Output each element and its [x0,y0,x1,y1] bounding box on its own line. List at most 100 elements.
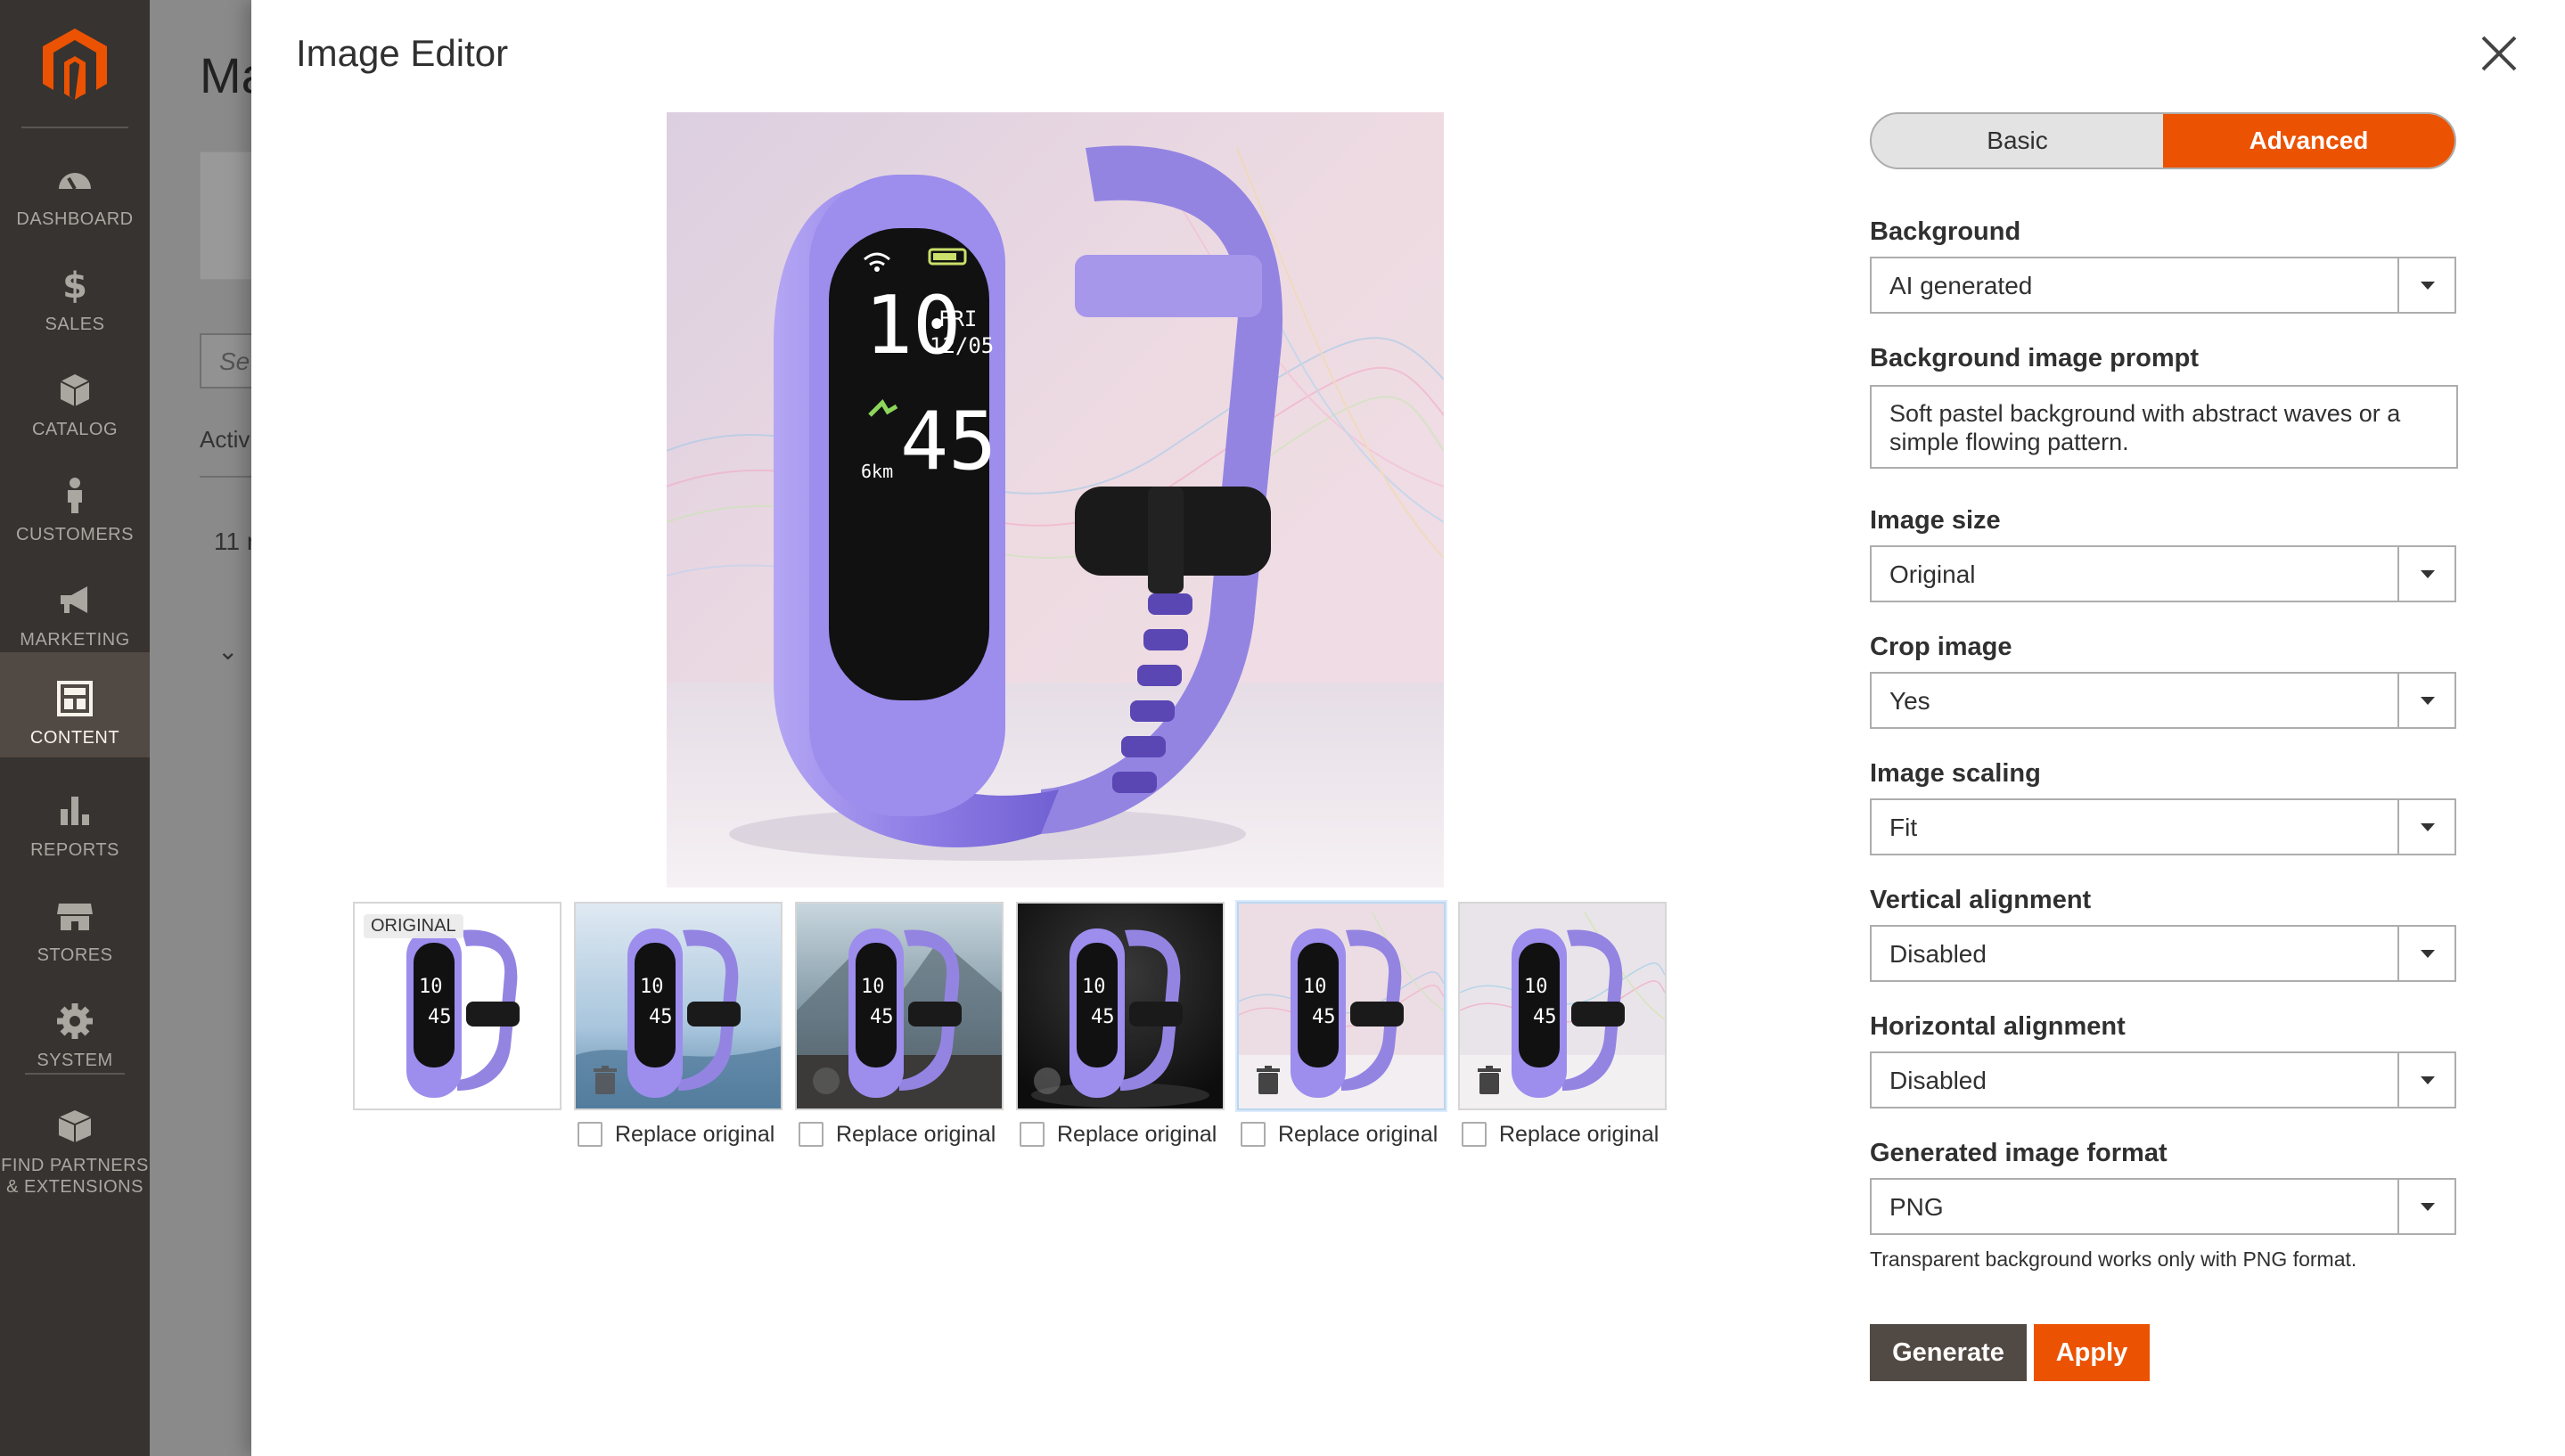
sidebar-item-content[interactable]: CONTENT [0,652,150,757]
image-format-label: Generated image format [1870,1139,2168,1167]
replace-original-option-5[interactable]: Replace original [1462,1119,1659,1149]
horizontal-alignment-select-value: Disabled [1889,1067,1987,1094]
crop-image-label: Crop image [1870,633,2012,661]
close-button[interactable] [2476,30,2522,77]
replace-original-label: Replace original [1057,1121,1217,1147]
sidebar-item-label-line2: & EXTENSIONS [6,1177,143,1197]
replace-original-checkbox[interactable] [1241,1122,1266,1147]
image-format-select-value: PNG [1889,1193,1944,1221]
image-scaling-select[interactable]: Fit [1870,798,2456,855]
svg-text:$: $ [62,266,87,307]
sidebar-item-system[interactable]: SYSTEM [0,975,150,1080]
svg-text:10: 10 [861,976,885,998]
sidebar-item-marketing[interactable]: MARKETING [0,554,150,659]
sidebar-item-label: FIND PARTNERS [1,1156,149,1175]
svg-text:45: 45 [1533,1006,1557,1028]
dashboard-icon [59,173,91,190]
sidebar-item-label: SALES [45,315,105,334]
horizontal-alignment-select[interactable]: Disabled [1870,1051,2456,1108]
svg-text:10: 10 [419,976,443,998]
replace-original-checkbox[interactable] [799,1122,824,1147]
background-select[interactable]: AI generated [1870,257,2456,314]
modal-title: Image Editor [296,32,509,74]
svg-text:10: 10 [1524,976,1548,998]
image-format-select[interactable]: PNG [1870,1178,2456,1235]
bar-chart-icon [61,797,89,825]
trash-icon[interactable] [813,1066,840,1096]
admin-sidebar: DASHBOARD $ SALES CATALOG CUSTOMERS MARK… [0,0,150,1456]
trash-icon[interactable] [1255,1066,1282,1096]
svg-text:45: 45 [649,1006,673,1028]
watch-distance-text: 6km [861,461,893,482]
thumbnail-variant-1[interactable]: 10 45 [574,902,783,1110]
format-note: Transparent background works only with P… [1870,1247,2357,1271]
partners-icon [58,1110,92,1142]
replace-original-option-2[interactable]: Replace original [799,1119,996,1149]
magento-logo-icon [43,29,107,100]
product-image: 10 FRI 12/05 45 6km [667,112,1444,888]
advanced-mode-option[interactable]: Advanced [2163,114,2454,168]
sidebar-item-label: CATALOG [31,420,119,439]
chevron-down-icon [2397,927,2454,980]
sidebar-item-reports[interactable]: REPORTS [0,765,150,870]
replace-original-label: Replace original [1499,1121,1659,1147]
sidebar-item-partners[interactable]: FIND PARTNERS & EXTENSIONS [0,1080,150,1197]
close-icon [2481,36,2517,71]
main-preview-image: 10 FRI 12/05 45 6km [667,112,1444,888]
sidebar-divider [25,1073,125,1075]
replace-original-label: Replace original [615,1121,775,1147]
background-active-filters: Activ [200,426,250,453]
sidebar-item-label: CONTENT [29,728,120,748]
replace-original-label: Replace original [1278,1121,1438,1147]
thumbnail-variant-5[interactable]: 10 45 [1458,902,1667,1110]
sidebar-item-stores[interactable]: STORES [0,870,150,975]
chevron-down-icon [2397,800,2454,854]
sidebar-item-sales[interactable]: $ SALES [0,239,150,344]
replace-original-option-3[interactable]: Replace original [1020,1119,1217,1149]
crop-image-select[interactable]: Yes [1870,672,2456,729]
background-label: Background [1870,217,2021,246]
sidebar-item-label: REPORTS [30,840,119,860]
thumbnail-variant-3[interactable]: 10 45 [1016,902,1225,1110]
sidebar-item-customers[interactable]: CUSTOMERS [0,449,150,554]
watch-day-text: FRI [938,307,977,331]
background-prompt-textarea[interactable]: Soft pastel background with abstract wav… [1870,385,2458,469]
replace-original-checkbox[interactable] [578,1122,602,1147]
mode-toggle[interactable]: Basic Advanced [1870,112,2456,169]
thumbnail-original[interactable]: ORIGINAL 10 45 [353,902,561,1110]
image-size-select[interactable]: Original [1870,545,2456,602]
replace-original-option-4[interactable]: Replace original [1241,1119,1438,1149]
trash-icon[interactable] [592,1066,619,1096]
person-icon [68,478,82,513]
replace-original-checkbox[interactable] [1462,1122,1487,1147]
trash-icon[interactable] [1476,1066,1503,1096]
vertical-alignment-select[interactable]: Disabled [1870,925,2456,982]
vertical-alignment-select-value: Disabled [1889,940,1987,968]
generate-button[interactable]: Generate [1870,1324,2027,1381]
image-editor-modal: Image Editor 10 FRI 12/05 45 6km ORIGINA… [251,0,2565,1456]
replace-original-checkbox[interactable] [1020,1122,1045,1147]
sidebar-item-catalog[interactable]: CATALOG [0,344,150,449]
replace-original-label: Replace original [836,1121,996,1147]
apply-button[interactable]: Apply [2034,1324,2150,1381]
svg-text:10: 10 [640,976,664,998]
horizontal-alignment-label: Horizontal alignment [1870,1012,2126,1041]
watch-minute-text: 45 [900,395,996,488]
basic-mode-option[interactable]: Basic [1872,114,2163,168]
thumbnail-variant-4[interactable]: 10 45 [1237,902,1446,1110]
image-size-label: Image size [1870,506,2001,535]
chevron-down-icon [2397,674,2454,727]
svg-text:10: 10 [1303,976,1327,998]
background-prompt-label: Background image prompt [1870,344,2199,372]
thumbnail-variant-2[interactable]: 10 45 [795,902,1004,1110]
sidebar-item-dashboard[interactable]: DASHBOARD [0,134,150,239]
sidebar-item-label: MARKETING [20,630,130,650]
replace-original-option-1[interactable]: Replace original [578,1119,774,1149]
content-icon [57,681,93,716]
svg-text:45: 45 [870,1006,894,1028]
sidebar-item-label: CUSTOMERS [16,525,134,544]
trash-icon[interactable] [1034,1066,1061,1096]
background-records-count: 11 r [214,528,256,555]
gear-icon [57,1003,93,1039]
magento-logo[interactable] [21,0,128,128]
